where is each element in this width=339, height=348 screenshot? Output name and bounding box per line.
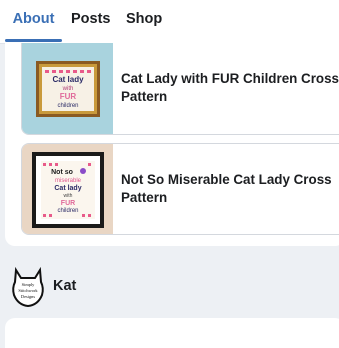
thumb-text-line: FUR: [60, 92, 77, 101]
product-title-line: Not So Miserable Cat Lady Cross: [121, 172, 332, 187]
active-tab-indicator: [5, 39, 62, 42]
tab-about[interactable]: About: [5, 0, 62, 40]
profile-tabs: About Posts Shop: [0, 0, 339, 44]
avatar-text-line: Simply: [22, 282, 35, 287]
tab-posts[interactable]: Posts: [71, 0, 111, 40]
thumb-text-line: Cat lady: [52, 75, 84, 84]
avatar-text-line: Stitchwork: [18, 288, 38, 293]
product-card-cat-lady-fur-children[interactable]: Cat lady with FUR children Cat Lady with…: [21, 43, 339, 135]
product-title[interactable]: Not So Miserable Cat Lady Cross Pattern: [121, 171, 339, 207]
avatar-text-line: Designs: [21, 294, 35, 299]
framed-cross-stitch-image: Not so miserable Cat lady with FUR child…: [32, 152, 104, 228]
thumb-text-line: miserable: [55, 178, 82, 184]
seller-row[interactable]: Simply Stitchwork Designs Kat: [5, 262, 339, 310]
product-title-line: Pattern: [121, 190, 168, 205]
thumb-text-line: children: [57, 208, 78, 214]
thumb-text-line: Not so: [51, 169, 73, 176]
product-thumbnail: Cat lady with FUR children: [22, 43, 113, 134]
thumb-text-line: Cat lady: [54, 185, 81, 192]
thumb-text-line: children: [57, 103, 78, 109]
tab-shop[interactable]: Shop: [126, 0, 162, 40]
product-title-line: Pattern: [121, 89, 168, 104]
thumb-text-line: with: [64, 193, 73, 199]
next-section-card: [5, 318, 339, 348]
seller-avatar[interactable]: Simply Stitchwork Designs: [8, 264, 48, 308]
framed-cross-stitch-image: Cat lady with FUR children: [36, 61, 100, 117]
product-thumbnail: Not so miserable Cat lady with FUR child…: [22, 144, 113, 234]
cat-logo-icon: Simply Stitchwork Designs: [12, 266, 44, 308]
product-title-line: Cat Lady with FUR Children Cross: [121, 71, 339, 86]
thumb-text-line: FUR: [61, 200, 75, 207]
seller-name[interactable]: Kat: [53, 278, 76, 294]
product-title[interactable]: Cat Lady with FUR Children Cross Pattern: [121, 70, 339, 106]
product-card-not-so-miserable-cat-lady[interactable]: Not so miserable Cat lady with FUR child…: [21, 143, 339, 235]
